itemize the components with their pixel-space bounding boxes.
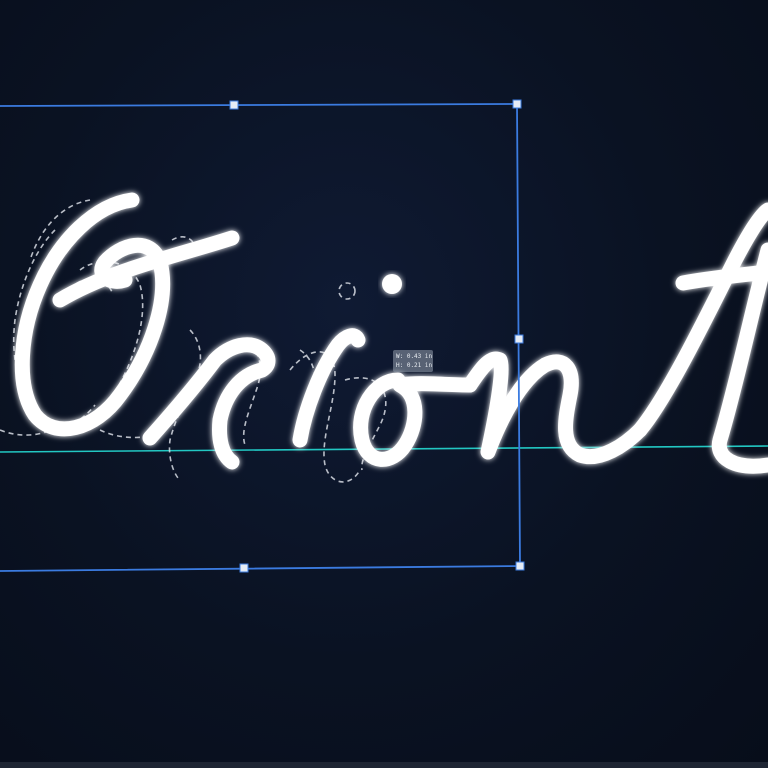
- resize-handle-top[interactable]: [229, 100, 239, 110]
- selection-bounding-box[interactable]: [0, 99, 525, 573]
- letter-r: [142, 337, 276, 470]
- baseline-guide[interactable]: [0, 445, 768, 453]
- letter-o: [353, 372, 478, 467]
- neon-script-lettering[interactable]: [14, 192, 768, 474]
- letter-i-dot[interactable]: [382, 274, 402, 294]
- resize-handle-bottom[interactable]: [239, 563, 249, 573]
- design-canvas[interactable]: W: 0.43 in H: 0.21 in: [0, 0, 768, 768]
- screen-bezel-edge: [0, 762, 768, 768]
- resize-handle-top-right[interactable]: [512, 99, 522, 109]
- letter-n: [462, 351, 648, 464]
- dimension-tooltip: W: 0.43 in H: 0.21 in: [393, 350, 433, 372]
- letter-i: [292, 328, 366, 448]
- tooltip-width: W: 0.43 in: [396, 353, 433, 360]
- resize-handle-right[interactable]: [514, 334, 524, 344]
- tooltip-height: H: 0.21 in: [396, 362, 433, 369]
- canvas-artwork: [0, 99, 768, 573]
- resize-handle-bottom-right[interactable]: [515, 561, 525, 571]
